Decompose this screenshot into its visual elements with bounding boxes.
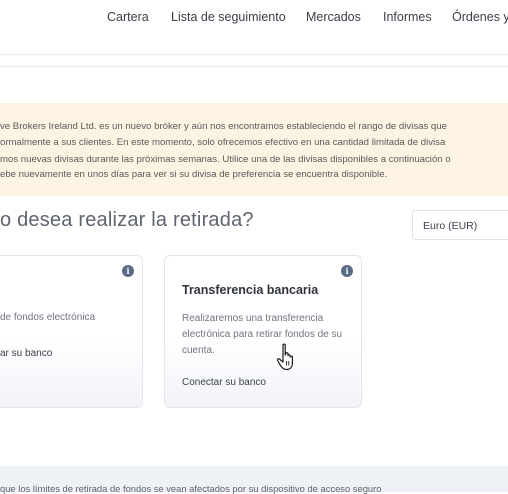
connect-bank-link[interactable]: ar su banco bbox=[0, 348, 52, 359]
currency-select[interactable]: Euro (EUR) bbox=[412, 210, 508, 240]
notice-line-4: ebe nuevamente en unos días para ver si … bbox=[0, 169, 388, 180]
top-navigation: Cartera Lista de seguimiento Mercados In… bbox=[0, 0, 508, 40]
nav-item-lista-de-seguimiento[interactable]: Lista de seguimiento bbox=[171, 10, 286, 24]
info-icon[interactable]: i bbox=[341, 265, 353, 277]
currency-notice-banner: ve Brokers Ireland Ltd. es un nuevo brók… bbox=[0, 103, 508, 196]
currency-select-value: Euro (EUR) bbox=[423, 220, 478, 232]
subheader-divider bbox=[0, 66, 508, 67]
nav-item-cartera[interactable]: Cartera bbox=[107, 10, 149, 24]
card-description: Realizaremos una transferencia electróni… bbox=[182, 313, 343, 356]
notice-line-2: ormalmente a sus clientes. En este momen… bbox=[0, 137, 446, 148]
header-divider bbox=[0, 54, 508, 55]
nav-item-informes[interactable]: Informes bbox=[383, 10, 432, 24]
notice-line-1: ve Brokers Ireland Ltd. es un nuevo brók… bbox=[0, 121, 447, 132]
nav-item-mercados[interactable]: Mercados bbox=[306, 10, 361, 24]
page-heading: o desea realizar la retirada? bbox=[0, 209, 254, 231]
footer-notice-text: que los límites de retirada de fondos se… bbox=[0, 483, 382, 494]
connect-bank-link[interactable]: Conectar su banco bbox=[182, 377, 266, 388]
notice-line-3: mos nuevas divisas durante las próximas … bbox=[0, 154, 451, 165]
info-icon[interactable]: i bbox=[122, 265, 134, 277]
nav-item-ordenes[interactable]: Órdenes y bbox=[452, 10, 508, 24]
withdrawal-option-card-left[interactable]: i de fondos electrónica ar su banco bbox=[0, 255, 143, 408]
bank-transfer-option-card[interactable]: i Transferencia bancaria Realizaremos un… bbox=[164, 255, 362, 408]
card-title: Transferencia bancaria bbox=[182, 283, 319, 297]
card-description: de fondos electrónica bbox=[0, 312, 96, 323]
hand-pointer-cursor-icon bbox=[276, 343, 293, 371]
